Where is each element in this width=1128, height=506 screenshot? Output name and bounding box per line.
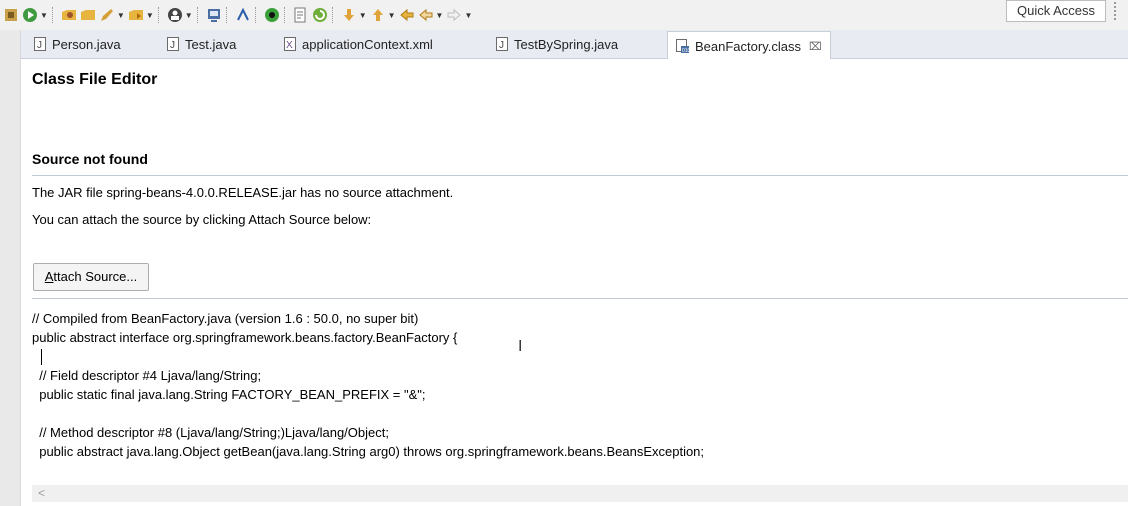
new-wizard-icon[interactable]: [3, 7, 19, 23]
main-toolbar: ▼ ▼ ▼ ▼ ▼ ▼ ▼ ▼ Quick Access: [0, 0, 1128, 30]
chevron-down-icon[interactable]: ▼: [117, 11, 125, 20]
back-icon[interactable]: [418, 7, 434, 23]
open-resource-icon[interactable]: [80, 7, 96, 23]
left-trim-bar: [0, 30, 21, 506]
last-edit-icon[interactable]: [370, 7, 386, 23]
tab-application-context-xml[interactable]: X applicationContext.xml: [283, 32, 433, 56]
code-line: public abstract java.lang.Object getBean…: [32, 444, 705, 459]
class-file-editor: Class File Editor Source not found The J…: [21, 59, 1128, 506]
attach-source-button[interactable]: Attach Source...: [33, 263, 149, 291]
tab-test-java[interactable]: J Test.java: [166, 32, 236, 56]
chevron-down-icon[interactable]: ▼: [359, 11, 367, 20]
refresh-icon[interactable]: [293, 7, 309, 23]
code-line: // Method descriptor #8 (Ljava/lang/Stri…: [32, 425, 389, 440]
button-label: ttach Source...: [53, 269, 138, 284]
chevron-down-icon[interactable]: ▼: [464, 11, 472, 20]
tab-test-by-spring-java[interactable]: J TestBySpring.java: [495, 32, 618, 56]
pen-icon[interactable]: [99, 7, 115, 23]
ibeam-cursor-icon: I: [518, 338, 523, 355]
no-source-message: The JAR file spring-beans-4.0.0.RELEASE.…: [32, 185, 454, 200]
svg-text:X: X: [286, 40, 293, 51]
code-line: public static final java.lang.String FAC…: [32, 387, 426, 402]
chevron-down-icon[interactable]: ▼: [185, 11, 193, 20]
class-file-icon: 010: [676, 39, 689, 53]
xml-file-icon: X: [283, 37, 296, 51]
prev-annotation-icon[interactable]: [341, 7, 357, 23]
java-file-icon: J: [495, 37, 508, 51]
code-line: public abstract interface org.springfram…: [32, 330, 458, 345]
open-type-icon[interactable]: [61, 7, 77, 23]
chevron-down-icon[interactable]: ▼: [436, 11, 444, 20]
tab-bean-factory-class[interactable]: 010 BeanFactory.class ⌧: [667, 31, 831, 60]
toolbar-grip[interactable]: [1114, 2, 1120, 20]
tab-label: TestBySpring.java: [514, 36, 619, 52]
tab-label: Person.java: [52, 36, 121, 52]
chevron-down-icon[interactable]: ▼: [146, 11, 154, 20]
close-icon[interactable]: ⌧: [809, 40, 822, 53]
svg-text:J: J: [499, 40, 504, 51]
divider: [32, 175, 1128, 176]
text-caret: [41, 349, 42, 365]
toolbar-separator: [331, 7, 334, 23]
editor-tab-bar: J Person.java J Test.java X applicationC…: [21, 30, 1128, 60]
tab-person-java[interactable]: J Person.java: [33, 32, 121, 56]
divider: [32, 298, 1128, 299]
toolbar-separator: [157, 7, 160, 23]
tab-label: BeanFactory.class: [695, 38, 801, 54]
next-annotation-icon[interactable]: [312, 7, 328, 23]
section-title: Source not found: [32, 151, 148, 167]
coverage-icon[interactable]: [235, 7, 251, 23]
task-icon[interactable]: [206, 7, 222, 23]
code-line: // Compiled from BeanFactory.java (versi…: [32, 311, 419, 326]
toolbar-separator: [51, 7, 54, 23]
toolbar-separator: [196, 7, 199, 23]
page-title: Class File Editor: [32, 71, 158, 88]
forward-icon[interactable]: [446, 7, 462, 23]
scroll-left-icon[interactable]: <: [38, 485, 45, 502]
attach-hint-message: You can attach the source by clicking At…: [32, 212, 372, 227]
disassembly-text[interactable]: // Compiled from BeanFactory.java (versi…: [32, 309, 704, 461]
horizontal-scrollbar[interactable]: <: [32, 485, 1128, 502]
toolbar-separator: [225, 7, 228, 23]
package-icon[interactable]: [264, 7, 280, 23]
quick-access-field[interactable]: Quick Access: [1006, 0, 1106, 22]
folder-open-icon[interactable]: [128, 7, 144, 23]
debug-icon[interactable]: [167, 7, 183, 23]
code-line: // Field descriptor #4 Ljava/lang/String…: [32, 368, 262, 383]
java-file-icon: J: [166, 37, 179, 51]
svg-text:010: 010: [682, 48, 689, 53]
chevron-down-icon[interactable]: ▼: [40, 11, 48, 20]
java-file-icon: J: [33, 37, 46, 51]
tab-label: Test.java: [185, 36, 237, 52]
tab-label: applicationContext.xml: [302, 36, 433, 52]
chevron-down-icon[interactable]: ▼: [388, 11, 396, 20]
back-icon[interactable]: [399, 7, 415, 23]
run-icon[interactable]: [22, 7, 38, 23]
toolbar-separator: [254, 7, 257, 23]
toolbar-separator: [283, 7, 286, 23]
svg-text:J: J: [37, 40, 42, 51]
svg-text:J: J: [170, 40, 175, 51]
